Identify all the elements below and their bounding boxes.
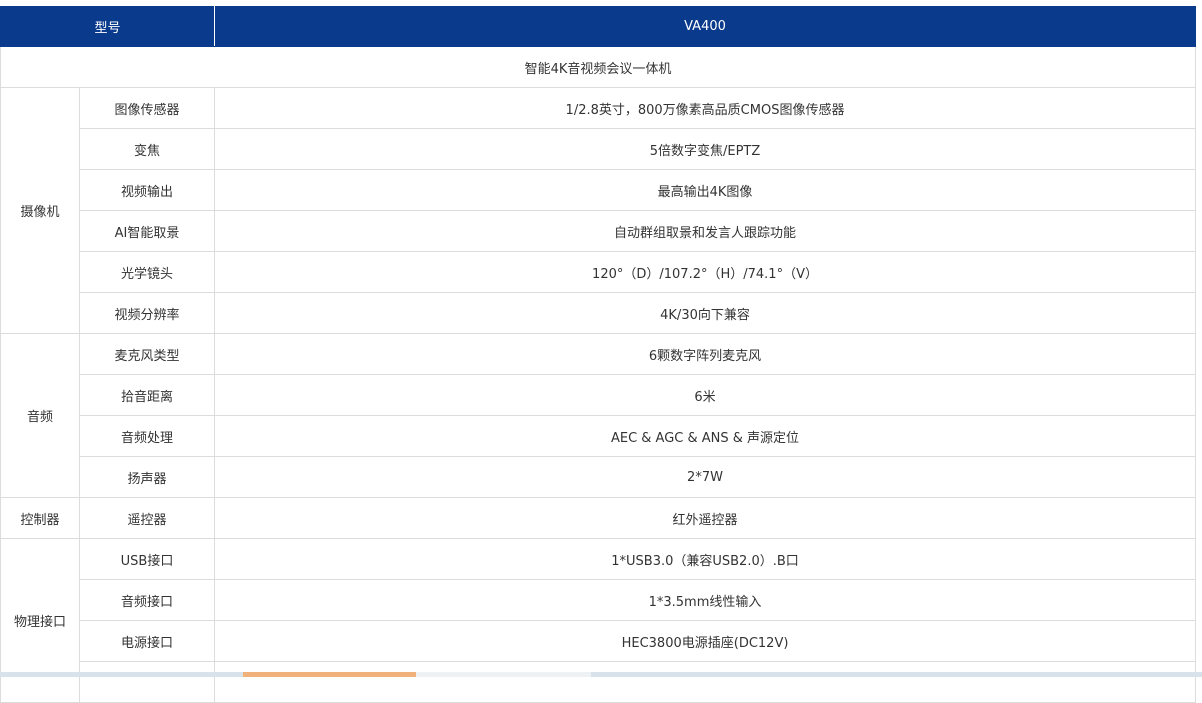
table-row: 电源接口 HEC3800电源插座(DC12V) (1, 620, 1196, 662)
spec-label: 麦克风类型 (78, 333, 216, 375)
spec-value: 1*3.5mm线性输入 (214, 579, 1196, 621)
group-name: 物理接口 (0, 538, 80, 703)
spec-value: 5倍数字变焦/EPTZ (214, 128, 1196, 170)
spec-label: 电源接口 (78, 620, 216, 662)
spec-label: 图像传感器 (78, 87, 216, 129)
spec-label: USB接口 (78, 538, 216, 580)
spec-value: 6米 (214, 374, 1196, 416)
spec-label: 光学镜头 (78, 251, 216, 293)
spec-label: 音频接口 (78, 579, 216, 621)
table-row: 音频处理 AEC & AGC & ANS & 声源定位 (1, 415, 1196, 457)
spec-label: 视频分辨率 (78, 292, 216, 334)
spec-label: 视频输出 (78, 169, 216, 211)
group-name: 摄像机 (0, 87, 80, 334)
table-row: 光学镜头 120°（D）/107.2°（H）/74.1°（V） (1, 251, 1196, 293)
spec-value: 自动群组取景和发言人跟踪功能 (214, 210, 1196, 252)
strip-highlight (243, 672, 416, 677)
model-label: 型号 (0, 6, 216, 47)
spec-label: 拾音距离 (78, 374, 216, 416)
spec-value: 最高输出4K图像 (214, 169, 1196, 211)
spec-value: HEC3800电源插座(DC12V) (214, 620, 1196, 662)
spec-table: 型号 VA400 智能4K音视频会议一体机 摄像机 图像传感器 1/2.8英寸，80… (0, 6, 1196, 703)
group-name: 音频 (0, 333, 80, 498)
spec-label: 遥控器 (78, 497, 216, 539)
spec-value: 2*7W (214, 456, 1196, 498)
strip-segment (416, 672, 591, 677)
spec-label: 扬声器 (78, 456, 216, 498)
table-row: 扬声器 2*7W (1, 456, 1196, 498)
model-value: VA400 (214, 6, 1196, 47)
spec-label: 变焦 (78, 128, 216, 170)
spec-label (78, 661, 216, 703)
table-row: 视频分辨率 4K/30向下兼容 (1, 292, 1196, 334)
table-header: 型号 VA400 (0, 6, 1196, 47)
spec-value: 红外遥控器 (214, 497, 1196, 539)
product-subtitle: 智能4K音视频会议一体机 (0, 46, 1196, 88)
spec-label: AI智能取景 (78, 210, 216, 252)
group-name: 控制器 (0, 497, 80, 539)
table-row: 音频接口 1*3.5mm线性输入 (1, 579, 1196, 621)
table-row: 物理接口 USB接口 1*USB3.0（兼容USB2.0）.B口 (0, 538, 1196, 703)
spec-value: AEC & AGC & ANS & 声源定位 (214, 415, 1196, 457)
spec-value: 1/2.8英寸，800万像素高品质CMOS图像传感器 (214, 87, 1196, 129)
spec-value: 6颗数字阵列麦克风 (214, 333, 1196, 375)
bottom-strip (0, 672, 1202, 677)
spec-value: 1*USB3.0（兼容USB2.0）.B口 (214, 538, 1196, 580)
spec-value: 120°（D）/107.2°（H）/74.1°（V） (214, 251, 1196, 293)
table-row (1, 661, 1196, 703)
table-row: 摄像机 图像传感器 1/2.8英寸，800万像素高品质CMOS图像传感器 (0, 87, 1196, 334)
spec-value: 4K/30向下兼容 (214, 292, 1196, 334)
table-row: 控制器 遥控器 红外遥控器 (0, 497, 1196, 539)
table-row: 音频 麦克风类型 6颗数字阵列麦克风 (0, 333, 1196, 498)
table-row: AI智能取景 自动群组取景和发言人跟踪功能 (1, 210, 1196, 252)
table-row: 拾音距离 6米 (1, 374, 1196, 416)
subtitle-row: 智能4K音视频会议一体机 (0, 46, 1196, 88)
spec-value (214, 661, 1196, 703)
table-row: 变焦 5倍数字变焦/EPTZ (1, 128, 1196, 170)
table-row: 视频输出 最高输出4K图像 (1, 169, 1196, 211)
spec-label: 音频处理 (78, 415, 216, 457)
